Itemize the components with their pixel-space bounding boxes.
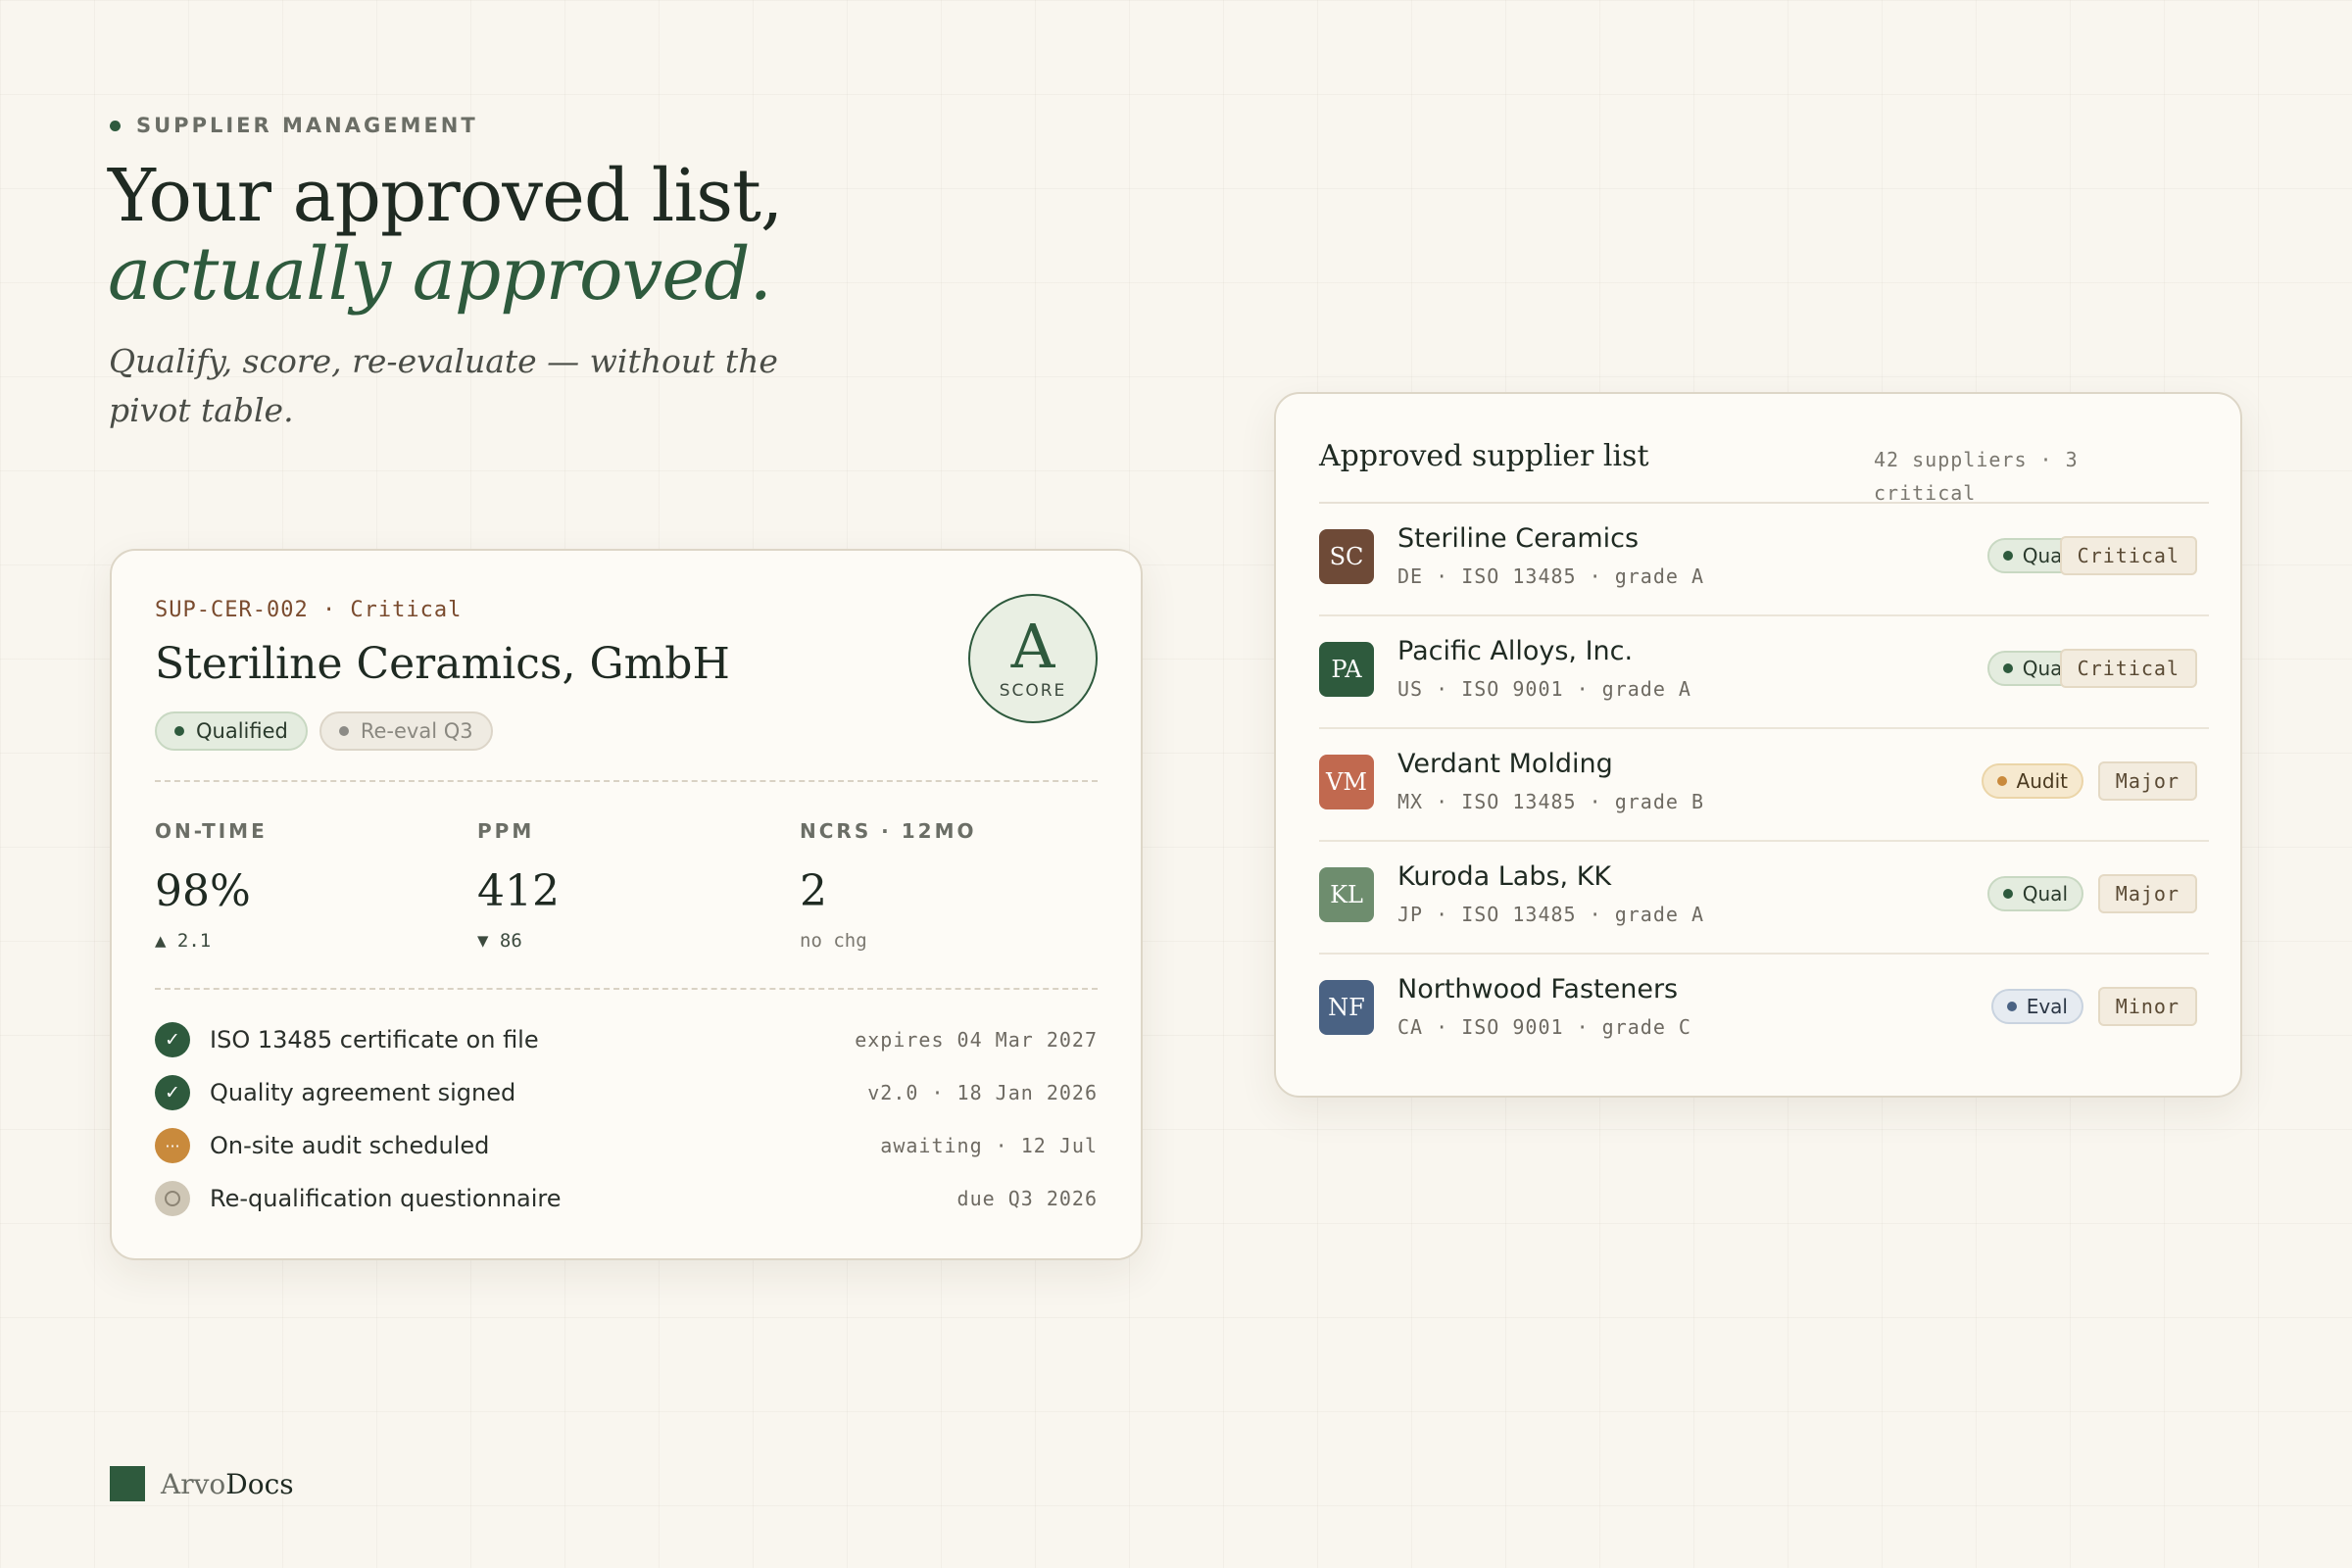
severity-badge: Major bbox=[2097, 874, 2197, 913]
dot-icon bbox=[2006, 1002, 2017, 1011]
chip-label: Qualified bbox=[196, 719, 288, 743]
checklist-item[interactable]: ··· On-site audit scheduled awaiting · 1… bbox=[155, 1119, 1098, 1172]
eyebrow-label: SUPPLIER MANAGEMENT bbox=[136, 114, 478, 137]
supplier-row[interactable]: NF Northwood Fasteners CA · ISO 9001 · g… bbox=[1319, 955, 2209, 1065]
supplier-name: Steriline Ceramics, GmbH bbox=[155, 639, 730, 689]
avatar: PA bbox=[1319, 642, 1374, 697]
chip-label: Re-eval Q3 bbox=[360, 719, 473, 743]
brand-name-part-1: Arvo bbox=[161, 1467, 226, 1500]
checklist-item[interactable]: Re-qualification questionnaire due Q3 20… bbox=[155, 1172, 1098, 1225]
metric-delta: no chg bbox=[800, 930, 867, 952]
status-badge: Qual bbox=[1986, 876, 2083, 911]
divider bbox=[155, 988, 1098, 990]
metric-value: 2 bbox=[800, 866, 827, 916]
headline-line-2: actually approved. bbox=[108, 232, 772, 317]
status-badge: Audit bbox=[1981, 763, 2083, 799]
checklist-meta: due Q3 2026 bbox=[956, 1187, 1098, 1210]
dot-icon bbox=[2002, 663, 2013, 673]
supplier-row-meta: US · ISO 9001 · grade A bbox=[1397, 677, 1691, 701]
list-title: Approved supplier list bbox=[1319, 439, 1649, 473]
supplier-row-meta: CA · ISO 9001 · grade C bbox=[1397, 1015, 1691, 1039]
avatar: VM bbox=[1319, 755, 1374, 809]
supplier-row-name: Steriline Ceramics bbox=[1397, 523, 1640, 554]
avatar: NF bbox=[1319, 980, 1374, 1035]
supplier-row-name: Northwood Fasteners bbox=[1397, 974, 1679, 1004]
checklist-item[interactable]: ✓ Quality agreement signed v2.0 · 18 Jan… bbox=[155, 1066, 1098, 1119]
status-badge: Eval bbox=[1990, 989, 2083, 1024]
score-label: SCORE bbox=[999, 681, 1067, 701]
status-label: Audit bbox=[2016, 769, 2068, 793]
empty-circle-icon bbox=[155, 1181, 190, 1216]
dot-icon bbox=[174, 726, 184, 736]
severity-badge: Major bbox=[2097, 761, 2197, 801]
metric-ppm: PPM 412 ▼ 86 bbox=[477, 819, 560, 952]
checklist-text: Re-qualification questionnaire bbox=[210, 1185, 562, 1212]
eyebrow-dot-icon bbox=[110, 120, 121, 131]
supplier-row-name: Pacific Alloys, Inc. bbox=[1397, 636, 1634, 666]
checklist-text: Quality agreement signed bbox=[210, 1079, 516, 1106]
checklist-meta: v2.0 · 18 Jan 2026 bbox=[867, 1081, 1098, 1104]
brand-name-part-2: Docs bbox=[225, 1467, 294, 1500]
qualification-checklist: ✓ ISO 13485 certificate on file expires … bbox=[155, 1013, 1098, 1225]
eyebrow: SUPPLIER MANAGEMENT bbox=[110, 114, 478, 137]
score-badge: A SCORE bbox=[968, 594, 1098, 723]
supplier-row[interactable]: VM Verdant Molding MX · ISO 13485 · grad… bbox=[1319, 729, 2209, 842]
severity-badge: Critical bbox=[2059, 649, 2197, 688]
score-grade: A bbox=[1010, 611, 1055, 682]
supplier-row-meta: MX · ISO 13485 · grade B bbox=[1397, 790, 1704, 813]
severity-badge: Minor bbox=[2097, 987, 2197, 1026]
subline: Qualify, score, re-evaluate — without th… bbox=[109, 342, 778, 429]
status-chip-qualified[interactable]: Qualified bbox=[155, 711, 308, 751]
checklist-text: ISO 13485 certificate on file bbox=[210, 1026, 539, 1054]
check-icon: ✓ bbox=[155, 1022, 190, 1057]
status-label: Qual bbox=[2022, 882, 2068, 906]
supplier-detail-card: SUP-CER-002 · Critical Steriline Ceramic… bbox=[110, 549, 1143, 1260]
metric-delta: ▼ 86 bbox=[477, 930, 522, 952]
check-icon: ✓ bbox=[155, 1075, 190, 1110]
metric-delta: ▲ 2.1 bbox=[155, 930, 212, 952]
metric-label: NCRS · 12MO bbox=[800, 819, 977, 843]
checklist-meta: awaiting · 12 Jul bbox=[880, 1134, 1098, 1157]
metric-label: PPM bbox=[477, 819, 535, 843]
dot-icon bbox=[338, 726, 349, 736]
status-chips: Qualified Re-eval Q3 bbox=[155, 711, 493, 751]
status-chip-reeval[interactable]: Re-eval Q3 bbox=[318, 711, 493, 751]
supplier-list: SC Steriline Ceramics DE · ISO 13485 · g… bbox=[1319, 504, 2209, 1065]
dot-icon bbox=[2002, 889, 2013, 899]
checklist-meta: expires 04 Mar 2027 bbox=[855, 1028, 1098, 1052]
headline: Your approved list, actually approved. bbox=[108, 154, 783, 317]
dot-icon bbox=[2002, 551, 2013, 561]
metric-ncrs: NCRS · 12MO 2 no chg bbox=[800, 819, 976, 952]
supplier-row[interactable]: PA Pacific Alloys, Inc. US · ISO 9001 · … bbox=[1319, 616, 2209, 729]
checklist-item[interactable]: ✓ ISO 13485 certificate on file expires … bbox=[155, 1013, 1098, 1066]
metric-on-time: ON-TIME 98% ▲ 2.1 bbox=[155, 819, 268, 952]
list-summary: 42 suppliers · 3 critical bbox=[1874, 448, 2079, 505]
supplier-row-meta: DE · ISO 13485 · grade A bbox=[1397, 564, 1704, 588]
metric-value: 412 bbox=[477, 866, 560, 916]
brand-mark-icon bbox=[110, 1466, 145, 1501]
brand-name: ArvoDocs bbox=[161, 1468, 294, 1500]
metric-value: 98% bbox=[155, 866, 251, 916]
headline-line-1: Your approved list, bbox=[108, 154, 783, 238]
approved-supplier-list-card: Approved supplier list 42 suppliers · 3 … bbox=[1274, 392, 2242, 1098]
status-label: Eval bbox=[2026, 995, 2068, 1018]
severity-badge: Critical bbox=[2059, 536, 2197, 575]
avatar: KL bbox=[1319, 867, 1374, 922]
dot-icon bbox=[1996, 776, 2007, 786]
supplier-row-name: Verdant Molding bbox=[1397, 749, 1613, 779]
pending-icon: ··· bbox=[155, 1128, 190, 1163]
metric-label: ON-TIME bbox=[155, 819, 268, 843]
supplier-row-meta: JP · ISO 13485 · grade A bbox=[1397, 903, 1704, 926]
checklist-text: On-site audit scheduled bbox=[210, 1132, 490, 1159]
avatar: SC bbox=[1319, 529, 1374, 584]
brand-logo[interactable]: ArvoDocs bbox=[110, 1466, 294, 1501]
supplier-id: SUP-CER-002 · Critical bbox=[155, 598, 463, 622]
supplier-row[interactable]: SC Steriline Ceramics DE · ISO 13485 · g… bbox=[1319, 504, 2209, 616]
supplier-row[interactable]: KL Kuroda Labs, KK JP · ISO 13485 · grad… bbox=[1319, 842, 2209, 955]
supplier-row-name: Kuroda Labs, KK bbox=[1397, 861, 1612, 892]
divider bbox=[155, 780, 1098, 782]
